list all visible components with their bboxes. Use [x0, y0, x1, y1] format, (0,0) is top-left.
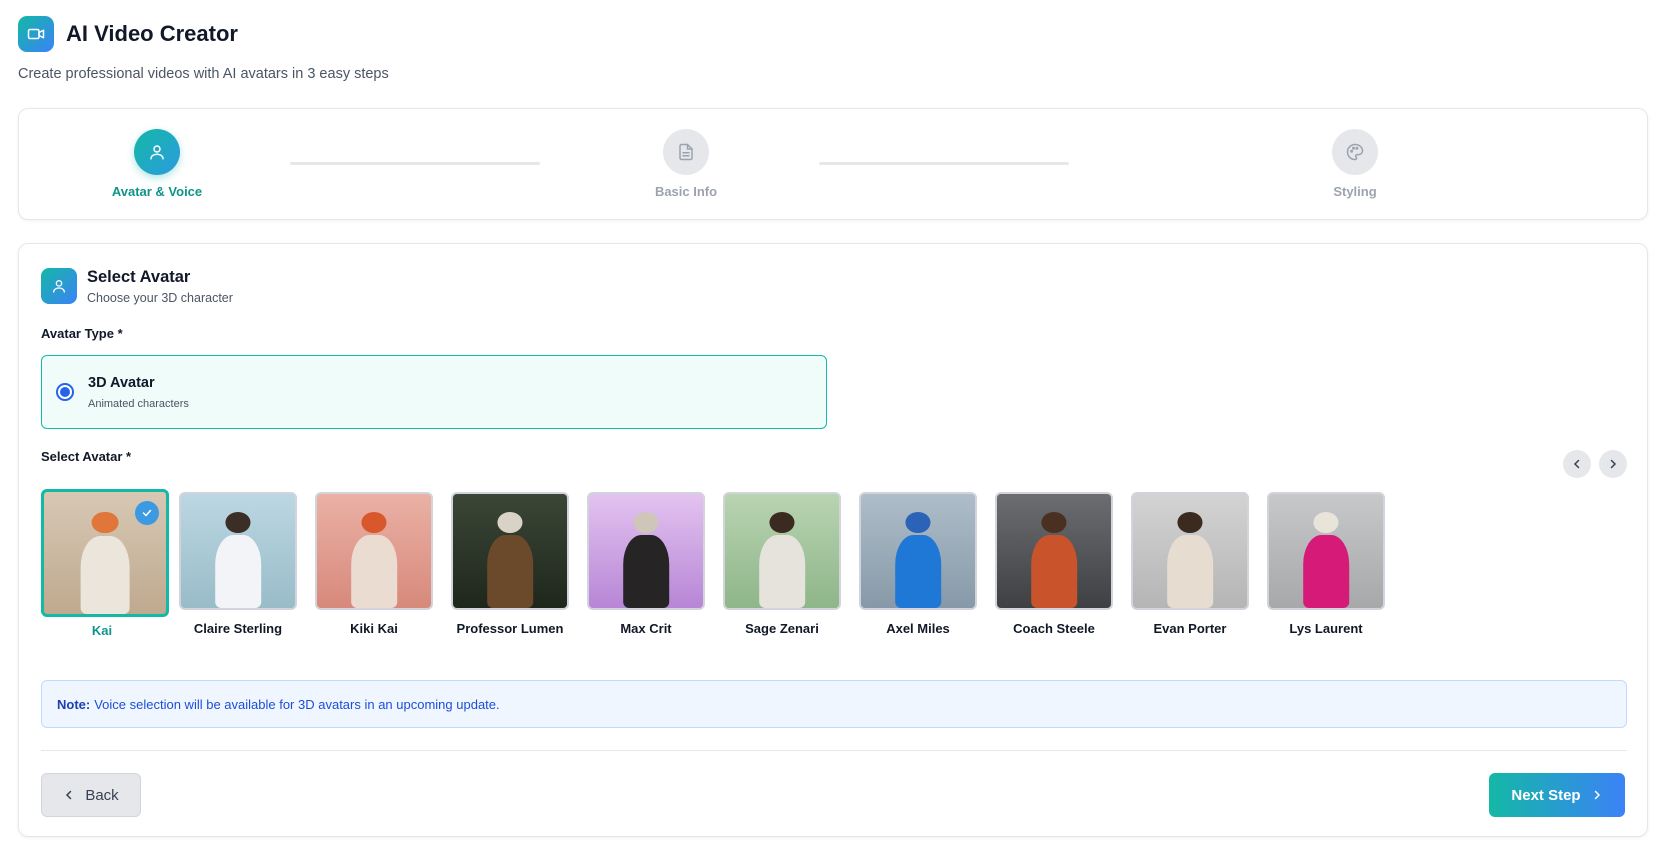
step-label: Avatar & Voice	[111, 184, 203, 199]
section-title: Select Avatar	[87, 268, 191, 286]
avatar-type-title: 3D Avatar	[88, 374, 155, 391]
avatar-card-kiki-kai[interactable]: Kiki Kai	[313, 489, 435, 636]
avatar-image	[451, 492, 569, 610]
avatar-type-subtitle: Animated characters	[88, 397, 189, 410]
avatar-name: Evan Porter	[1153, 621, 1227, 636]
avatar-image	[1131, 492, 1249, 610]
divider	[41, 750, 1627, 751]
chevron-left-icon	[66, 790, 72, 800]
avatar-image	[1267, 492, 1385, 610]
note-prefix: Note:	[57, 696, 91, 712]
section-header: Select Avatar Choose your 3D character	[41, 268, 233, 305]
avatar-card-sage-zenari[interactable]: Sage Zenari	[721, 489, 843, 636]
app-header: AI Video Creator	[18, 16, 238, 52]
stepper: Avatar & Voice Basic Info Styling	[18, 108, 1648, 220]
step-connector	[290, 162, 540, 165]
avatar-name: Lys Laurent	[1289, 621, 1363, 636]
back-button[interactable]: Back	[41, 773, 141, 817]
avatar-card-axel-miles[interactable]: Axel Miles	[857, 489, 979, 636]
avatar-image	[315, 492, 433, 610]
step-label: Styling	[1333, 184, 1377, 199]
avatar-type-3d-option[interactable]: 3D Avatar Animated characters	[41, 355, 827, 429]
app-title: AI Video Creator	[66, 21, 238, 46]
avatar-image	[179, 492, 297, 610]
voice-note-banner: Note: Voice selection will be available …	[41, 680, 1627, 728]
avatar-card-coach-steele[interactable]: Coach Steele	[993, 489, 1115, 636]
avatar-name: Kai	[91, 623, 113, 638]
chevron-right-icon	[1594, 790, 1600, 800]
avatar-image	[41, 489, 169, 617]
avatar-carousel: Kai Claire Sterling Kiki Kai Professor L…	[41, 489, 1541, 639]
user-icon	[41, 268, 77, 304]
section-subtitle: Choose your 3D character	[87, 291, 233, 305]
step-label: Basic Info	[654, 184, 718, 199]
select-avatar-card: Select Avatar Choose your 3D character A…	[18, 243, 1648, 837]
user-icon	[134, 129, 180, 175]
avatar-name: Kiki Kai	[350, 621, 398, 636]
radio-button[interactable]	[56, 383, 74, 401]
avatar-card-kai[interactable]: Kai	[41, 489, 169, 638]
step-styling[interactable]: Styling	[1285, 129, 1425, 199]
avatar-name: Sage Zenari	[745, 621, 819, 636]
avatar-type-label: Avatar Type *	[41, 326, 123, 341]
avatar-image	[587, 492, 705, 610]
avatar-name: Axel Miles	[886, 621, 950, 636]
step-avatar-voice[interactable]: Avatar & Voice	[87, 129, 227, 199]
back-button-label: Back	[85, 786, 119, 804]
avatar-image	[995, 492, 1113, 610]
next-button-label: Next Step	[1511, 786, 1581, 804]
avatar-name: Professor Lumen	[456, 621, 564, 636]
avatar-card-max-crit[interactable]: Max Crit	[585, 489, 707, 636]
avatar-image	[859, 492, 977, 610]
note-text: Voice selection will be available for 3D…	[94, 696, 500, 712]
avatar-card-professor-lumen[interactable]: Professor Lumen	[449, 489, 571, 636]
video-camera-icon	[18, 16, 54, 52]
carousel-nav	[1563, 450, 1627, 478]
avatar-name: Max Crit	[620, 621, 672, 636]
step-connector	[819, 162, 1069, 165]
avatar-card-lys-laurent[interactable]: Lys Laurent	[1265, 489, 1387, 636]
step-basic-info[interactable]: Basic Info	[616, 129, 756, 199]
avatar-name: Claire Sterling	[193, 621, 283, 636]
avatar-image	[723, 492, 841, 610]
document-icon	[663, 129, 709, 175]
chevron-right-icon[interactable]	[1599, 450, 1627, 478]
avatar-card-evan-porter[interactable]: Evan Porter	[1129, 489, 1251, 636]
avatar-card-claire-sterling[interactable]: Claire Sterling	[177, 489, 299, 636]
palette-icon	[1332, 129, 1378, 175]
select-avatar-label: Select Avatar *	[41, 449, 132, 464]
avatar-name: Coach Steele	[1013, 621, 1095, 636]
app-subtitle: Create professional videos with AI avata…	[18, 66, 389, 82]
next-step-button[interactable]: Next Step	[1489, 773, 1625, 817]
chevron-left-icon[interactable]	[1563, 450, 1591, 478]
check-icon	[135, 501, 159, 525]
